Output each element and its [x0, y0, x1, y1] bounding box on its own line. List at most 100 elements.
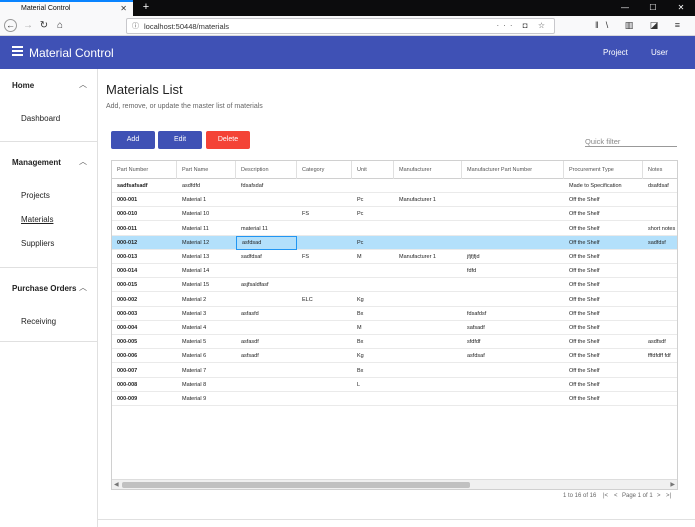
table-cell[interactable]: [297, 222, 352, 236]
nav-user[interactable]: User: [651, 48, 668, 57]
table-cell[interactable]: Material 6: [177, 349, 236, 363]
table-cell[interactable]: Material 5: [177, 335, 236, 349]
pager-next-icon[interactable]: >: [657, 493, 661, 499]
table-cell[interactable]: Material 2: [177, 293, 236, 307]
table-cell[interactable]: [643, 378, 677, 392]
table-cell[interactable]: [236, 378, 297, 392]
table-cell[interactable]: [462, 378, 564, 392]
delete-button[interactable]: Delete: [206, 131, 250, 149]
chevron-up-icon[interactable]: ︿: [79, 282, 87, 293]
table-cell[interactable]: Material 14: [177, 264, 236, 278]
table-cell[interactable]: Material 12: [177, 236, 236, 250]
table-cell[interactable]: [297, 364, 352, 378]
table-cell[interactable]: [462, 179, 564, 193]
table-row[interactable]: 000-007 Material 7 Bx Off the Shelf: [112, 364, 677, 378]
table-cell[interactable]: Pc: [352, 193, 394, 207]
table-cell[interactable]: safsadf: [462, 321, 564, 335]
table-cell[interactable]: [352, 179, 394, 193]
sidebar-section-purchase-orders[interactable]: Purchase Orders: [12, 284, 76, 293]
table-cell[interactable]: 000-013: [112, 250, 177, 264]
sidebar-item-projects[interactable]: Projects: [21, 191, 50, 200]
table-cell[interactable]: Pc: [352, 207, 394, 221]
table-cell[interactable]: [462, 392, 564, 406]
table-cell[interactable]: sadfsafsadf: [112, 179, 177, 193]
table-cell[interactable]: short notes: [643, 222, 677, 236]
table-cell[interactable]: [643, 193, 677, 207]
chevron-up-icon[interactable]: ︿: [79, 156, 87, 167]
sidebar-item-dashboard[interactable]: Dashboard: [21, 114, 60, 123]
table-cell[interactable]: Material 11: [177, 222, 236, 236]
table-cell[interactable]: [297, 321, 352, 335]
minimize-icon[interactable]: —: [611, 0, 639, 16]
browser-tab[interactable]: Material Control ✕: [0, 0, 133, 16]
table-cell[interactable]: Off the Shelf: [564, 236, 643, 250]
table-cell[interactable]: [394, 307, 462, 321]
table-cell[interactable]: Off the Shelf: [564, 193, 643, 207]
table-cell[interactable]: [297, 278, 352, 292]
table-cell[interactable]: Bx: [352, 335, 394, 349]
column-header[interactable]: Part Name: [177, 161, 236, 179]
table-row[interactable]: sadfsafsadf asdfdfd fdsafsdaf Made to Speci…: [112, 179, 677, 193]
table-cell[interactable]: [394, 335, 462, 349]
table-cell[interactable]: 000-011: [112, 222, 177, 236]
table-cell[interactable]: Material 10: [177, 207, 236, 221]
table-cell[interactable]: [236, 364, 297, 378]
table-cell[interactable]: [394, 179, 462, 193]
table-cell[interactable]: sadfdsaf: [236, 250, 297, 264]
table-cell[interactable]: 000-003: [112, 307, 177, 321]
table-cell[interactable]: [394, 378, 462, 392]
table-cell[interactable]: [394, 349, 462, 363]
table-cell[interactable]: Off the Shelf: [564, 278, 643, 292]
table-cell[interactable]: M: [352, 250, 394, 264]
pager-first-icon[interactable]: |<: [603, 493, 608, 499]
table-cell[interactable]: [643, 264, 677, 278]
table-row[interactable]: 000-015 Material 15 asjfsaldfasf Off the Sh…: [112, 278, 677, 293]
table-cell[interactable]: [643, 293, 677, 307]
table-cell[interactable]: [297, 378, 352, 392]
table-cell[interactable]: Material 3: [177, 307, 236, 321]
table-cell[interactable]: asdfdfd: [177, 179, 236, 193]
table-cell[interactable]: 000-004: [112, 321, 177, 335]
table-cell[interactable]: [297, 236, 352, 250]
url-actions[interactable]: ··· ◘ ☆: [497, 21, 549, 30]
table-cell[interactable]: [394, 364, 462, 378]
table-cell[interactable]: [643, 321, 677, 335]
chevron-up-icon[interactable]: ︿: [79, 79, 87, 90]
table-cell[interactable]: [352, 392, 394, 406]
table-cell[interactable]: [236, 207, 297, 221]
table-row[interactable]: 000-003 Material 3 asfasfd Bx fdsafdsf Off th…: [112, 307, 677, 321]
table-cell[interactable]: Kg: [352, 293, 394, 307]
sidebar-item-suppliers[interactable]: Suppliers: [21, 239, 54, 248]
table-row[interactable]: 000-006 Material 6 asfsadf Kg asfdsaf Off the…: [112, 349, 677, 364]
table-cell[interactable]: [297, 193, 352, 207]
table-cell[interactable]: Off the Shelf: [564, 364, 643, 378]
table-row[interactable]: 000-004 Material 4 Msafsadf Off the Shelf: [112, 321, 677, 335]
table-row[interactable]: 000-012 Material 12 asfdsad Pc Off the Shelf…: [112, 235, 677, 250]
nav-project[interactable]: Project: [603, 48, 628, 57]
info-icon[interactable]: ⓘ: [132, 21, 139, 31]
table-cell[interactable]: Bx: [352, 364, 394, 378]
table-cell[interactable]: Off the Shelf: [564, 335, 643, 349]
table-cell[interactable]: sfdfdf: [462, 335, 564, 349]
new-tab-button[interactable]: +: [140, 0, 152, 16]
table-cell[interactable]: fffdfdff fdf: [643, 349, 677, 363]
table-cell[interactable]: fdsafdsf: [462, 307, 564, 321]
table-row[interactable]: 000-002 Material 2 ELC Kg Off the Shelf: [112, 293, 677, 307]
table-cell[interactable]: [643, 207, 677, 221]
menu-icon[interactable]: [12, 46, 23, 58]
table-cell[interactable]: [394, 278, 462, 292]
table-cell[interactable]: [394, 264, 462, 278]
table-cell[interactable]: [352, 264, 394, 278]
table-cell[interactable]: Off the Shelf: [564, 378, 643, 392]
table-cell[interactable]: [643, 250, 677, 264]
table-cell[interactable]: dsafdsaf: [643, 179, 677, 193]
back-icon[interactable]: ←: [4, 19, 17, 32]
url-bar[interactable]: ⓘ localhost:50448/materials ··· ◘ ☆: [126, 18, 555, 34]
table-cell[interactable]: Manufacturer 1: [394, 250, 462, 264]
table-cell[interactable]: asfdsaf: [462, 349, 564, 363]
table-cell[interactable]: 000-001: [112, 193, 177, 207]
scroll-left-icon[interactable]: ◀: [114, 481, 119, 488]
column-header[interactable]: Part Number: [112, 161, 177, 179]
table-row[interactable]: 000-009 Material 9 Off the Shelf: [112, 392, 677, 406]
table-cell[interactable]: asfasfd: [236, 307, 297, 321]
